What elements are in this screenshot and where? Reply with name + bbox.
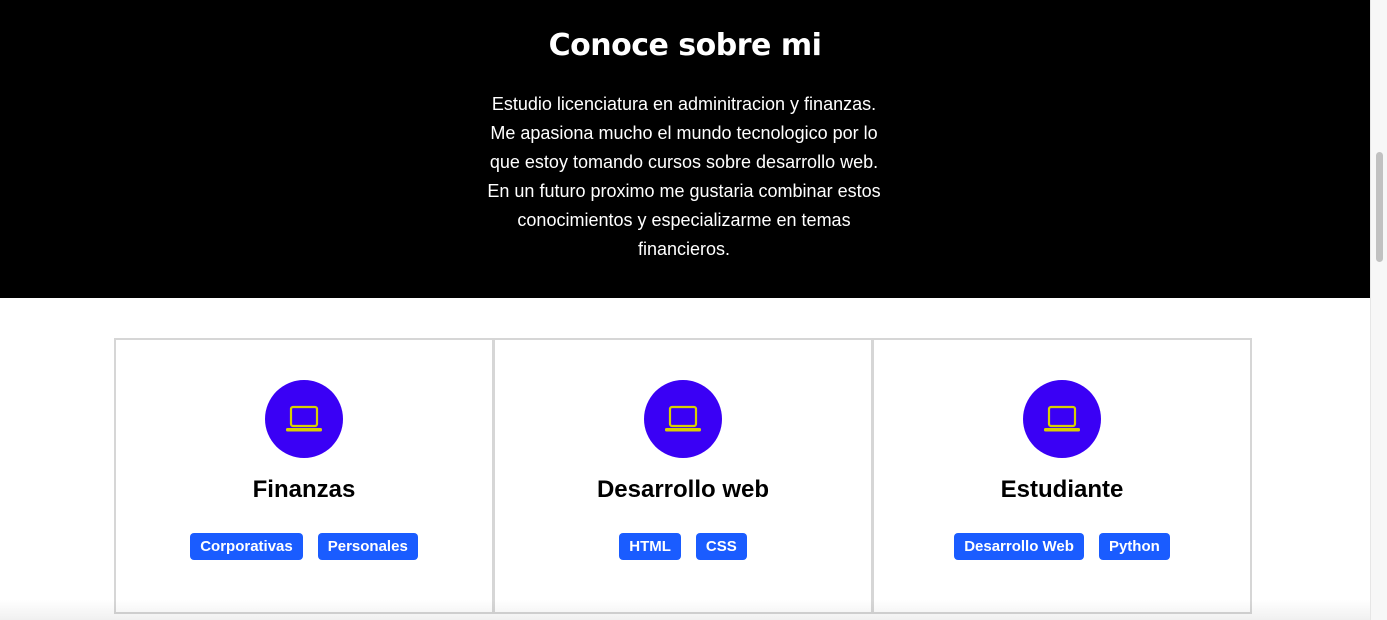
tag-list: Desarrollo Web Python: [874, 533, 1250, 560]
card-title: Finanzas: [252, 476, 356, 503]
about-section: Conoce sobre mi Estudio licenciatura en …: [0, 0, 1370, 298]
laptop-icon: [644, 380, 722, 458]
tag-list: HTML CSS: [495, 533, 871, 560]
laptop-icon: [265, 380, 343, 458]
page-viewport: Conoce sobre mi Estudio licenciatura en …: [0, 0, 1370, 620]
tag-badge: Personales: [317, 533, 418, 560]
card-title: Desarrollo web: [596, 476, 770, 503]
vertical-scrollbar[interactable]: [1370, 0, 1387, 620]
card-title: Estudiante: [1000, 476, 1124, 503]
tag-badge: Desarrollo Web: [954, 533, 1084, 560]
skills-cards: Finanzas Corporativas Personales Desarro…: [114, 338, 1254, 614]
tag-badge: CSS: [695, 533, 747, 560]
about-title: Conoce sobre mi: [548, 28, 822, 63]
tag-badge: HTML: [619, 533, 681, 560]
card-desarrollo-web: Desarrollo web HTML CSS: [493, 338, 873, 614]
tag-badge: Python: [1098, 533, 1170, 560]
card-finanzas: Finanzas Corporativas Personales: [114, 338, 494, 614]
tag-badge: Corporativas: [190, 533, 303, 560]
about-description: Estudio licenciatura en adminitracion y …: [487, 94, 881, 259]
scrollbar-thumb[interactable]: [1376, 152, 1383, 262]
tag-list: Corporativas Personales: [116, 533, 492, 560]
card-estudiante: Estudiante Desarrollo Web Python: [872, 338, 1252, 614]
laptop-icon: [1023, 380, 1101, 458]
